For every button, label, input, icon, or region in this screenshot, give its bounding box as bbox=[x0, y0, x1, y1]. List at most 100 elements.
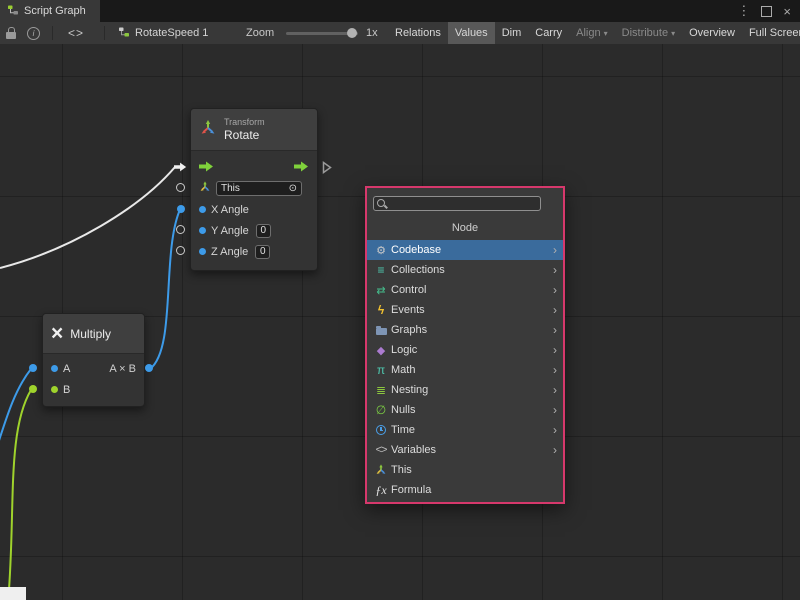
fullscreen-button[interactable]: Full Screen bbox=[742, 22, 800, 44]
float-type-icon bbox=[199, 248, 206, 255]
port-row-b: B bbox=[43, 379, 144, 400]
port-label: A bbox=[63, 363, 70, 375]
pi-icon: π bbox=[373, 363, 389, 377]
angle-brackets-icon: <> bbox=[373, 444, 389, 456]
float-type-icon bbox=[51, 365, 58, 372]
multiply-icon: × bbox=[51, 323, 63, 344]
unity-script-graph-window: Script Graph ⋮ × <> RotateSpeed 1 Zoom bbox=[0, 0, 800, 600]
finder-header: Node bbox=[367, 222, 563, 234]
node-transform-rotate[interactable]: Transform Rotate bbox=[190, 108, 318, 271]
chevron-right-icon: › bbox=[553, 403, 557, 417]
wire-into-a bbox=[0, 369, 31, 450]
node-multiply[interactable]: × Multiply A A × B B bbox=[42, 313, 145, 407]
relations-button[interactable]: Relations bbox=[388, 22, 448, 44]
info-button[interactable] bbox=[27, 27, 40, 40]
finder-item-time[interactable]: Time › bbox=[367, 420, 563, 440]
exec-input-port[interactable] bbox=[199, 161, 214, 175]
distribute-button[interactable]: Distribute▾ bbox=[615, 22, 682, 44]
script-graph-icon bbox=[7, 4, 19, 19]
finder-item-this[interactable]: This bbox=[367, 460, 563, 480]
wire-exec bbox=[0, 167, 175, 268]
this-row: This ⊙ bbox=[191, 178, 317, 199]
chevron-right-icon: › bbox=[553, 363, 557, 377]
chevron-right-icon: › bbox=[553, 443, 557, 457]
node-titles: Transform Rotate bbox=[224, 117, 265, 142]
finder-item-codebase[interactable]: ⚙ Codebase › bbox=[367, 240, 563, 260]
transform-axes-icon bbox=[199, 119, 217, 140]
finder-item-logic[interactable]: ◆ Logic › bbox=[367, 340, 563, 360]
graph-name: RotateSpeed 1 bbox=[135, 27, 208, 39]
lock-button[interactable] bbox=[6, 30, 16, 42]
clock-icon bbox=[373, 425, 389, 435]
multiply-b-port[interactable] bbox=[29, 385, 37, 393]
control-flow-icon: ⇄ bbox=[373, 284, 389, 297]
code-preview-button[interactable]: <> bbox=[68, 26, 84, 40]
search-input[interactable] bbox=[373, 196, 541, 211]
info-icon bbox=[27, 27, 40, 40]
finder-list: ⚙ Codebase › ≡ Collections › ⇄ Control ›… bbox=[367, 240, 563, 500]
finder-item-collections[interactable]: ≡ Collections › bbox=[367, 260, 563, 280]
z-angle-port[interactable] bbox=[176, 246, 185, 255]
node-header[interactable]: × Multiply bbox=[43, 314, 144, 354]
graph-toolbar: <> RotateSpeed 1 Zoom 1x Relations Value… bbox=[0, 22, 800, 45]
carry-button[interactable]: Carry bbox=[528, 22, 569, 44]
node-category: Transform bbox=[224, 117, 265, 128]
offscreen-node-fragment[interactable] bbox=[0, 587, 26, 600]
port-label: B bbox=[63, 384, 70, 396]
exec-out-indicator-icon bbox=[322, 161, 332, 177]
null-icon: ∅ bbox=[373, 403, 389, 417]
finder-item-nulls[interactable]: ∅ Nulls › bbox=[367, 400, 563, 420]
multiply-output-port[interactable] bbox=[145, 364, 153, 372]
z-angle-input[interactable]: 0 bbox=[255, 245, 270, 259]
chevron-right-icon: › bbox=[553, 283, 557, 297]
maximize-icon[interactable] bbox=[761, 6, 772, 17]
finder-item-control[interactable]: ⇄ Control › bbox=[367, 280, 563, 300]
node-body: A A × B B bbox=[43, 354, 144, 406]
finder-item-nesting[interactable]: ≣ Nesting › bbox=[367, 380, 563, 400]
y-angle-port[interactable] bbox=[176, 225, 185, 234]
values-button[interactable]: Values bbox=[448, 22, 495, 44]
port-row-a: A A × B bbox=[43, 358, 144, 379]
overview-button[interactable]: Overview bbox=[682, 22, 742, 44]
dim-button[interactable]: Dim bbox=[495, 22, 529, 44]
finder-item-formula[interactable]: ƒx Formula bbox=[367, 480, 563, 500]
toolbar-buttons: Relations Values Dim Carry Align▾ Distri… bbox=[388, 22, 800, 44]
this-target-field[interactable]: This ⊙ bbox=[216, 181, 302, 196]
tab-bar: Script Graph ⋮ × bbox=[0, 0, 800, 22]
transform-axes-icon bbox=[199, 181, 211, 196]
finder-item-events[interactable]: ϟ Events › bbox=[367, 300, 563, 320]
stack-icon: ≣ bbox=[373, 383, 389, 397]
x-angle-port[interactable] bbox=[177, 205, 185, 213]
target-picker-icon[interactable]: ⊙ bbox=[289, 183, 297, 194]
wire-multiply-to-xangle bbox=[150, 212, 179, 369]
y-angle-input[interactable]: 0 bbox=[256, 224, 271, 238]
node-header[interactable]: Transform Rotate bbox=[191, 109, 317, 151]
finder-item-math[interactable]: π Math › bbox=[367, 360, 563, 380]
value-type-icon bbox=[51, 386, 58, 393]
port-label: Z Angle bbox=[211, 246, 248, 258]
finder-item-graphs[interactable]: Graphs › bbox=[367, 320, 563, 340]
graph-canvas[interactable]: Transform Rotate bbox=[0, 44, 800, 600]
align-button[interactable]: Align▾ bbox=[569, 22, 614, 44]
folder-icon bbox=[373, 326, 389, 335]
chevron-down-icon: ▾ bbox=[671, 29, 675, 38]
kebab-menu-icon[interactable]: ⋮ bbox=[737, 3, 750, 19]
port-row-y-angle: Y Angle 0 bbox=[191, 220, 317, 241]
wire-into-b bbox=[8, 390, 31, 600]
close-icon[interactable]: × bbox=[783, 4, 791, 19]
finder-item-variables[interactable]: <> Variables › bbox=[367, 440, 563, 460]
float-type-icon bbox=[199, 206, 206, 213]
zoom-slider-handle[interactable] bbox=[347, 28, 357, 38]
exec-output-port[interactable] bbox=[294, 161, 309, 175]
node-body: This ⊙ X Angle Y Angle 0 Z Angle 0 bbox=[191, 151, 317, 270]
this-port[interactable] bbox=[176, 183, 185, 192]
multiply-a-port[interactable] bbox=[29, 364, 37, 372]
formula-icon: ƒx bbox=[373, 483, 389, 498]
toolbar-divider bbox=[52, 26, 53, 40]
tab-script-graph[interactable]: Script Graph bbox=[0, 0, 100, 22]
graph-breadcrumb[interactable]: RotateSpeed 1 bbox=[118, 22, 208, 44]
port-row-x-angle: X Angle bbox=[191, 199, 317, 220]
graph-asset-icon bbox=[118, 26, 130, 41]
chevron-right-icon: › bbox=[553, 243, 557, 257]
chevron-right-icon: › bbox=[553, 343, 557, 357]
